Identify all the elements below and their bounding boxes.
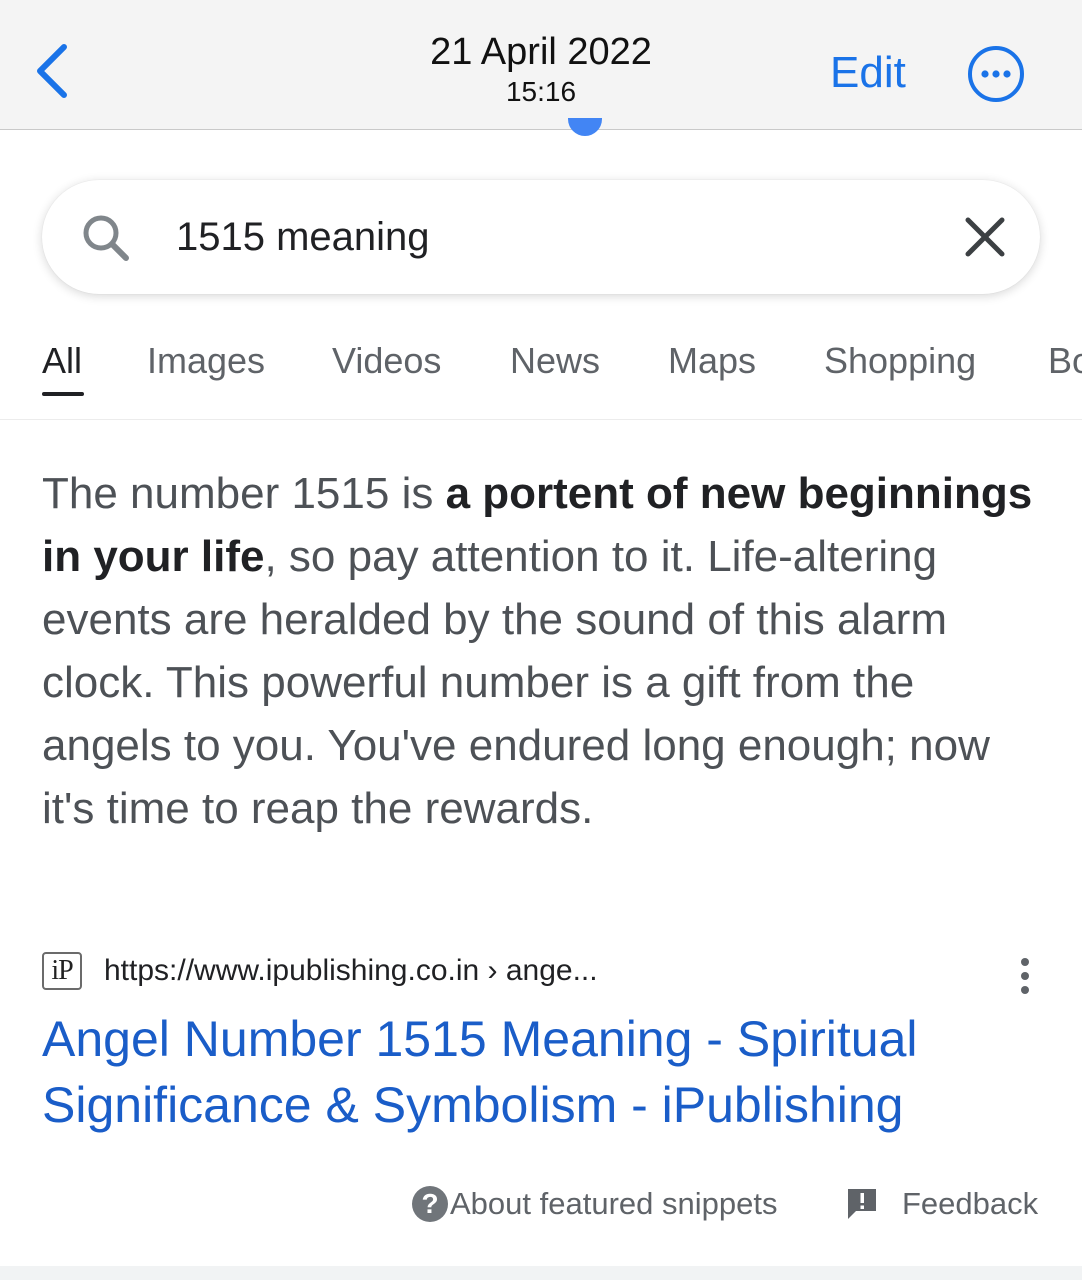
more-button[interactable] (966, 44, 1026, 104)
snippet-text-before: The number 1515 is (42, 469, 446, 518)
active-tab-indicator (42, 392, 84, 396)
search-tabs: All Images Videos News Maps Shopping Bo (0, 330, 1082, 420)
more-options-icon[interactable] (1010, 956, 1040, 996)
site-favicon: iP (42, 952, 82, 990)
snippet-footer: ? About featured snippets Feedback (0, 1180, 1082, 1230)
feedback-icon (848, 1189, 876, 1219)
feedback-button[interactable]: Feedback (846, 1184, 1038, 1224)
result-source[interactable]: iP https://www.ipublishing.co.in › ange.… (42, 950, 1042, 994)
photo-viewer-header: 21 April 2022 15:16 Edit (0, 0, 1082, 130)
search-icon (83, 215, 129, 261)
scroll-indicator (568, 118, 602, 136)
ellipsis-circle-icon (968, 46, 1024, 102)
result-title-link[interactable]: Angel Number 1515 Meaning - Spiritual Si… (42, 1006, 1042, 1138)
photo-title: 21 April 2022 15:16 (0, 30, 1082, 108)
edit-button[interactable]: Edit (830, 48, 906, 98)
section-divider (0, 1266, 1082, 1280)
tab-shopping[interactable]: Shopping (824, 340, 976, 382)
photo-date: 21 April 2022 (430, 31, 652, 73)
feedback-label: Feedback (902, 1186, 1039, 1221)
photo-time: 15:16 (505, 76, 577, 107)
tab-all[interactable]: All (42, 340, 82, 382)
about-label: About featured snippets (450, 1186, 778, 1221)
tab-images[interactable]: Images (147, 340, 265, 382)
tab-videos[interactable]: Videos (332, 340, 441, 382)
about-featured-snippets-link[interactable]: ? About featured snippets (412, 1184, 777, 1224)
search-bar[interactable] (42, 180, 1040, 294)
tab-news[interactable]: News (510, 340, 600, 382)
close-icon[interactable] (962, 214, 1008, 260)
tab-maps[interactable]: Maps (668, 340, 756, 382)
source-url[interactable]: https://www.ipublishing.co.in › ange... (104, 954, 598, 988)
tab-books[interactable]: Bo (1048, 340, 1082, 382)
search-input[interactable] (176, 208, 916, 266)
featured-snippet-text: The number 1515 is a portent of new begi… (42, 462, 1042, 840)
help-icon: ? (412, 1186, 448, 1222)
